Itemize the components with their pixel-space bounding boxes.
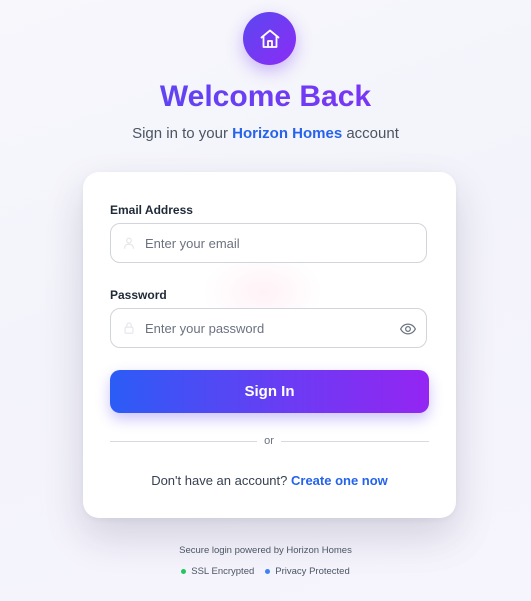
divider-or: or bbox=[264, 435, 274, 447]
create-account-link[interactable]: Create one now bbox=[291, 473, 388, 488]
badge-ssl-label: SSL Encrypted bbox=[191, 566, 255, 577]
badge-ssl: SSL Encrypted bbox=[181, 565, 254, 578]
email-label: Email Address bbox=[110, 203, 193, 217]
eye-icon[interactable] bbox=[399, 320, 417, 338]
lock-icon bbox=[124, 322, 134, 334]
house-icon bbox=[260, 29, 279, 48]
privacy-status-dot-icon bbox=[265, 569, 271, 574]
divider-line-right bbox=[281, 441, 429, 442]
security-badges: SSL Encrypted Privacy Protected bbox=[0, 565, 531, 578]
ssl-status-dot-icon bbox=[181, 569, 187, 574]
user-icon bbox=[124, 237, 134, 249]
login-card: Email Address Password Sign In or Don't … bbox=[83, 172, 456, 518]
email-field-wrapper bbox=[110, 223, 427, 263]
signup-prompt: Don't have an account? bbox=[151, 473, 291, 488]
logo-badge bbox=[243, 12, 296, 65]
password-field-wrapper bbox=[110, 308, 427, 348]
divider-line-left bbox=[110, 441, 257, 442]
brand-name: Horizon Homes bbox=[232, 125, 343, 142]
badge-privacy-label: Privacy Protected bbox=[275, 566, 350, 577]
password-label: Password bbox=[110, 288, 167, 302]
footer-text: Secure login powered by Horizon Homes bbox=[179, 545, 352, 556]
page-title: Welcome Back bbox=[0, 78, 531, 116]
badge-privacy: Privacy Protected bbox=[265, 565, 350, 578]
subtitle-prefix: Sign in to your bbox=[132, 125, 233, 142]
subtitle: Sign in to your Horizon Homes account bbox=[0, 124, 531, 144]
email-field[interactable] bbox=[145, 224, 385, 262]
sign-in-button[interactable]: Sign In bbox=[110, 370, 429, 413]
subtitle-suffix: account bbox=[342, 125, 399, 142]
password-field[interactable] bbox=[145, 309, 385, 347]
signup-row: Don't have an account? Create one now bbox=[83, 472, 456, 490]
